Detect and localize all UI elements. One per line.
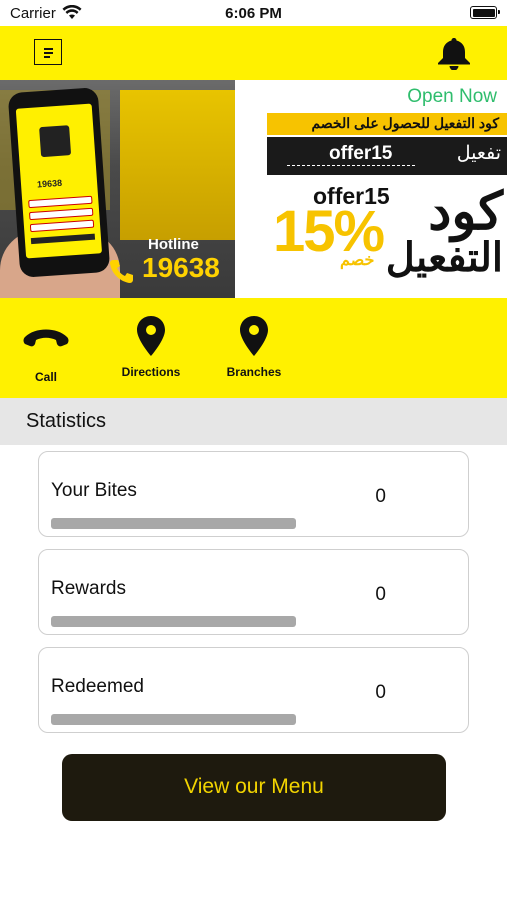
promo-activate-text: تفعيل (456, 143, 501, 164)
app-header (0, 26, 507, 80)
branches-button[interactable]: Branches (209, 298, 299, 398)
statistics-title: Statistics (26, 410, 107, 432)
progress-bar (51, 518, 296, 529)
stat-label: Your Bites (51, 480, 137, 501)
phone-icon (110, 260, 133, 283)
stat-value: 0 (375, 584, 386, 605)
bell-icon[interactable] (434, 36, 474, 70)
view-menu-button[interactable]: View our Menu (62, 754, 446, 821)
stat-card-your-bites: Your Bites 0 (38, 451, 469, 537)
quick-actions: Call Directions Branches (0, 298, 507, 398)
phone-image: 19638 (7, 87, 111, 278)
phone-icon (23, 329, 69, 347)
clock: 6:06 PM (225, 5, 282, 22)
call-button[interactable]: Call (1, 298, 91, 398)
call-label: Call (34, 370, 57, 384)
activation-word: التفعيل (385, 236, 503, 280)
open-status: Open Now (407, 86, 497, 107)
code-word: كود (428, 183, 503, 241)
stat-label: Rewards (51, 578, 126, 599)
hotline-label: Hotline (148, 236, 199, 253)
map-pin-icon (137, 316, 165, 356)
menu-icon[interactable] (34, 39, 62, 65)
hotline-number: 19638 (142, 252, 220, 283)
directions-label: Directions (121, 365, 181, 379)
hotline-photo: 19638 Hotline 19638 (0, 80, 235, 298)
view-menu-label: View our Menu (184, 775, 324, 798)
stat-value: 0 (375, 486, 386, 507)
stat-value: 0 (375, 682, 386, 703)
promo-ad: Open Now كود التفعيل للحصول على الخصم of… (235, 80, 507, 298)
directions-button[interactable]: Directions (106, 298, 196, 398)
stat-card-redeemed: Redeemed 0 (38, 647, 469, 733)
status-bar: Carrier 6:06 PM (0, 0, 507, 26)
promo-headline: كود التفعيل للحصول على الخصم (311, 115, 499, 131)
battery-icon (470, 6, 500, 19)
statistics-header: Statistics (0, 398, 507, 445)
promo-code: offer15 (329, 143, 393, 164)
progress-bar (51, 714, 296, 725)
promo-banner[interactable]: 19638 Hotline 19638 Open Now كود التفعيل… (0, 80, 507, 298)
promo-code-strip: offer15 تفعيل (267, 137, 507, 175)
promo-headline-strip: كود التفعيل للحصول على الخصم (267, 113, 507, 135)
map-pin-icon (240, 316, 268, 356)
discount-word: خصم (340, 252, 375, 269)
stat-card-rewards: Rewards 0 (38, 549, 469, 635)
progress-bar (51, 616, 296, 627)
branches-label: Branches (226, 365, 282, 379)
stat-label: Redeemed (51, 676, 144, 697)
